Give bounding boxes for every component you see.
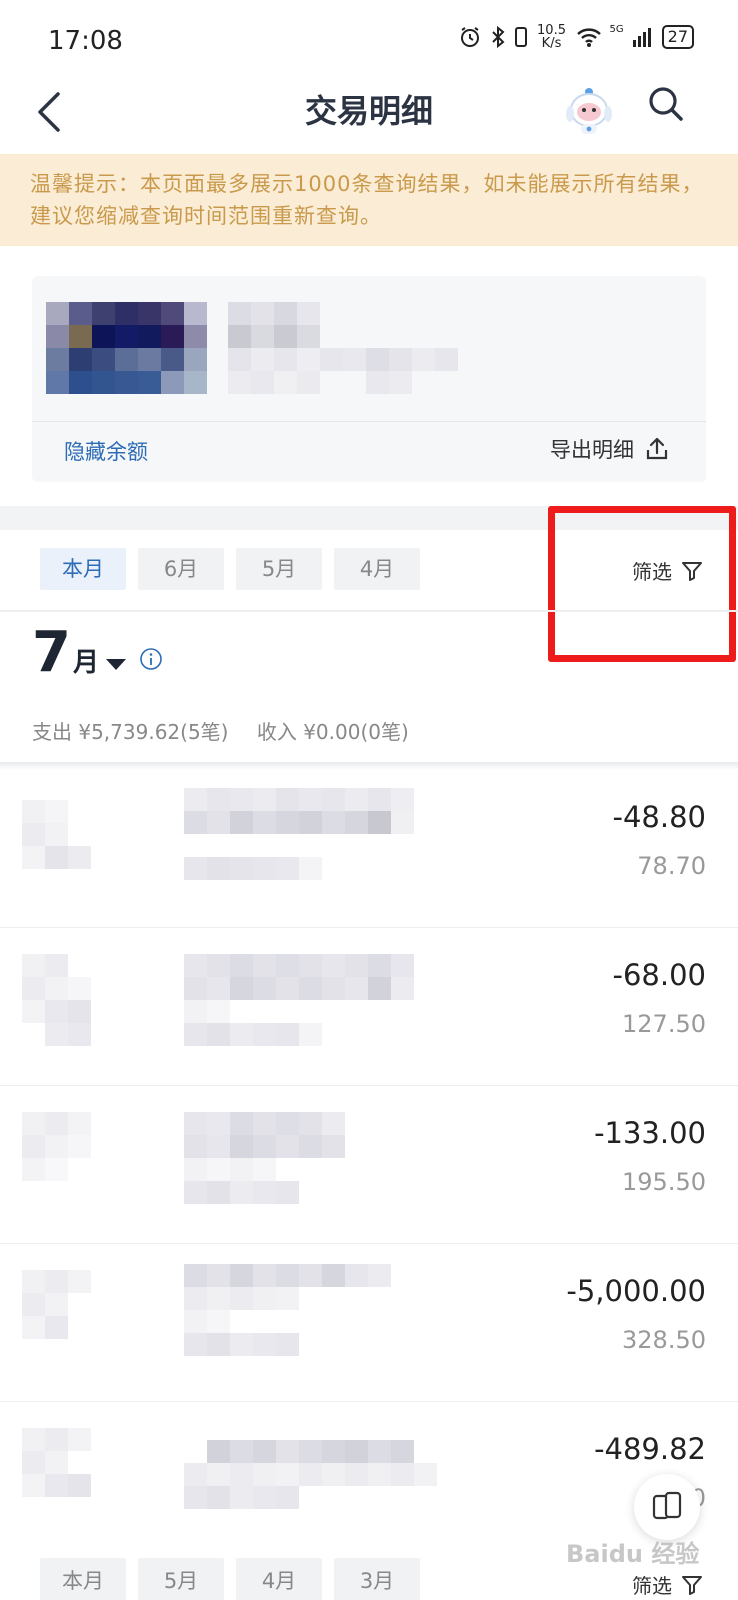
transaction-amount: -68.00: [612, 958, 707, 992]
status-icons: 10.5 K/s 5G 27: [458, 24, 694, 50]
summary-shadow: [0, 762, 738, 770]
transaction-desc-mosaic: [184, 1264, 391, 1356]
transaction-balance: 127.50: [622, 1010, 706, 1038]
floating-switch-button[interactable]: [634, 1474, 700, 1540]
transaction-amount: -489.82: [594, 1432, 706, 1466]
transaction-row[interactable]: -5,000.00 328.50: [0, 1244, 738, 1402]
account-card: 隐藏余额 导出明细: [32, 276, 706, 482]
robot-mascot-icon[interactable]: [562, 84, 616, 138]
income-summary: 收入 ¥0.00(0笔): [256, 720, 409, 744]
search-icon[interactable]: [646, 84, 686, 124]
alarm-icon: [460, 27, 479, 47]
transaction-desc-mosaic: [184, 954, 437, 1046]
hide-balance-link[interactable]: 隐藏余额: [64, 436, 148, 466]
app-header: 交易明细: [0, 72, 738, 152]
transaction-date-mosaic: [22, 954, 91, 1046]
bluetooth-icon: [491, 25, 505, 49]
baidu-watermark: Baidu 经验: [566, 1540, 700, 1568]
bottom-month-tabs: 本月 5月 4月 3月: [40, 1558, 420, 1600]
share-upload-icon: [646, 437, 668, 460]
transaction-date-mosaic: [22, 800, 91, 869]
transaction-date-mosaic: [22, 1112, 91, 1181]
transaction-amount: -48.80: [612, 800, 707, 834]
status-time: 17:08: [48, 26, 123, 56]
export-details-label: 导出明细: [550, 438, 634, 462]
transaction-desc-mosaic: [184, 1112, 368, 1204]
filter-funnel-icon: [682, 1575, 702, 1595]
transaction-balance: 328.50: [622, 1326, 706, 1354]
network-speed: 10.5 K/s: [537, 23, 566, 51]
tab-may[interactable]: 5月: [236, 548, 322, 590]
signal-type: 5G: [609, 24, 624, 35]
tab-march-bottom[interactable]: 3月: [334, 1558, 420, 1600]
filter-button-bottom[interactable]: 筛选: [632, 1570, 704, 1599]
month-summary: 支出 ¥5,739.62(5笔) 收入 ¥0.00(0笔): [32, 716, 409, 745]
signal-bars-icon: [632, 28, 651, 47]
transaction-balance: 78.70: [637, 852, 706, 880]
page-title: 交易明细: [304, 92, 433, 130]
card-info-mosaic: [228, 302, 458, 394]
transaction-date-mosaic: [22, 1270, 91, 1339]
transaction-row[interactable]: -48.80 78.70: [0, 770, 738, 928]
notice-banner: 温馨提示：本页面最多展示1000条查询结果，如未能展示所有结果，建议您缩减查询时…: [0, 154, 738, 246]
tab-may-bottom[interactable]: 5月: [138, 1558, 224, 1600]
caret-down-icon: [105, 659, 126, 670]
tab-april-bottom[interactable]: 4月: [236, 1558, 322, 1600]
tab-june[interactable]: 6月: [138, 548, 224, 590]
transaction-row[interactable]: -133.00 195.50: [0, 1086, 738, 1244]
device-switch-icon: [652, 1491, 682, 1520]
wifi-icon: [576, 28, 601, 47]
expense-summary: 支出 ¥5,739.62(5笔): [32, 720, 229, 744]
annotation-highlight-box: [548, 506, 736, 662]
month-number: 7: [32, 620, 71, 685]
filter-label-bottom: 筛选: [632, 1574, 672, 1598]
month-tabs: 本月 6月 5月 4月: [40, 548, 420, 590]
tab-this-month-bottom[interactable]: 本月: [40, 1558, 126, 1600]
phone-vibrate-icon: [514, 27, 527, 47]
status-bar: 17:08 10.5 K/s 5G 27: [0, 0, 738, 80]
card-image-mosaic: [46, 302, 207, 394]
tab-april[interactable]: 4月: [334, 548, 420, 590]
battery-indicator: 27: [661, 25, 694, 49]
export-details-button[interactable]: 导出明细: [550, 434, 670, 464]
transaction-amount: -133.00: [594, 1116, 706, 1150]
transaction-desc-mosaic: [184, 788, 437, 880]
card-divider: [32, 421, 706, 422]
transaction-amount: -5,000.00: [566, 1274, 706, 1308]
month-unit: 月: [72, 648, 99, 678]
transaction-desc-mosaic: [184, 1440, 437, 1509]
transaction-balance: 195.50: [622, 1168, 706, 1196]
info-icon[interactable]: [139, 647, 163, 671]
tab-this-month[interactable]: 本月: [40, 548, 126, 590]
tabs-divider: [0, 610, 738, 612]
transaction-row[interactable]: -68.00 127.50: [0, 928, 738, 1086]
transaction-date-mosaic: [22, 1428, 91, 1497]
month-selector[interactable]: 7 月: [32, 620, 163, 685]
